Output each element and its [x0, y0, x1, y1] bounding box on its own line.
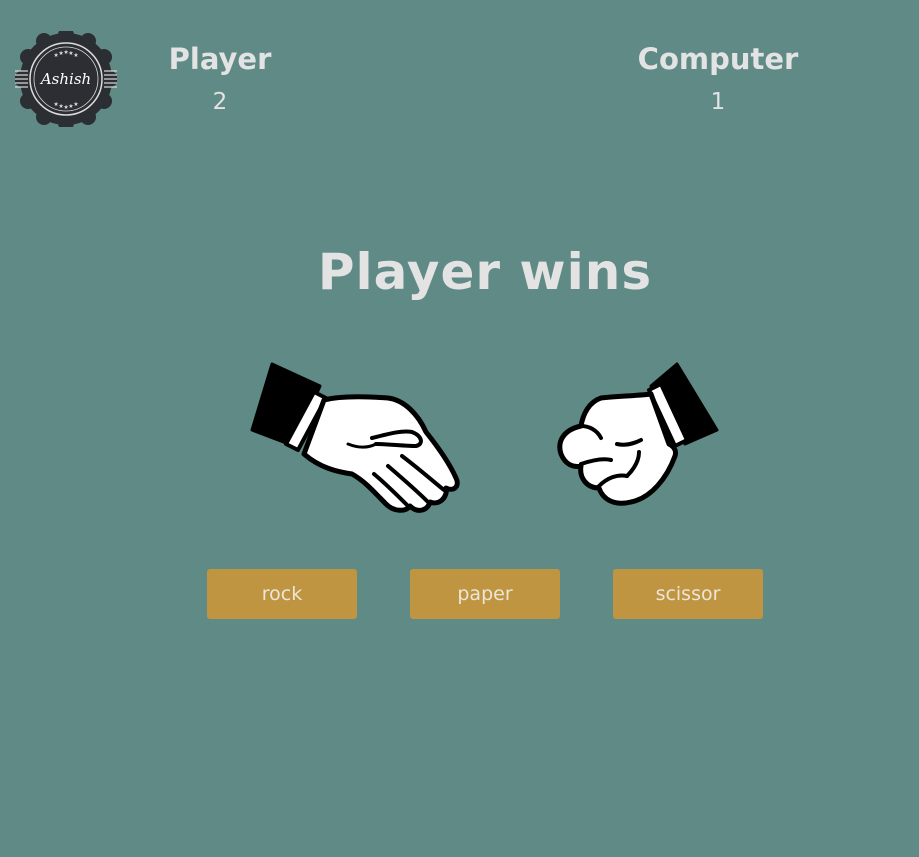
computer-label: Computer — [637, 42, 799, 76]
logo-text: Ashish — [39, 70, 91, 88]
player-hand — [248, 360, 464, 516]
fist-rock-icon — [557, 362, 719, 506]
player-score-block: Player 2 — [110, 40, 330, 117]
svg-text:★: ★ — [73, 52, 78, 59]
paper-button[interactable]: paper — [410, 569, 560, 619]
player-label: Player — [168, 42, 272, 76]
open-hand-paper-icon — [250, 362, 460, 513]
player-score: 2 — [212, 89, 228, 115]
rock-button[interactable]: rock — [207, 569, 357, 619]
badge-logo-icon: ★ ★ ★ ★ ★ ★ ★ ★ ★ ★ Ashish — [14, 27, 118, 131]
computer-hand — [553, 360, 721, 510]
scissor-button[interactable]: scissor — [613, 569, 763, 619]
result-message: Player wins — [317, 243, 653, 301]
logo-badge: ★ ★ ★ ★ ★ ★ ★ ★ ★ ★ Ashish — [14, 27, 118, 131]
computer-score-block: Computer 1 — [608, 40, 828, 117]
svg-text:★: ★ — [73, 101, 78, 108]
computer-score: 1 — [710, 89, 726, 115]
